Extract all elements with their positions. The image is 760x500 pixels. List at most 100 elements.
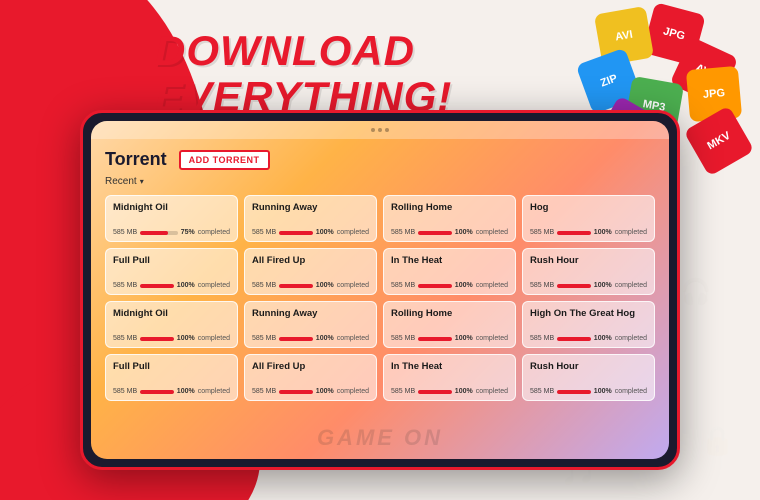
card-percent: 100% — [316, 335, 334, 342]
progress-fill — [279, 284, 313, 288]
torrent-card[interactable]: Running Away585 MB100%completed — [244, 301, 377, 348]
progress-bar — [140, 231, 178, 235]
card-title: Rolling Home — [391, 202, 508, 224]
card-size: 585 MB — [530, 282, 554, 289]
card-title: Midnight Oil — [113, 308, 230, 330]
torrent-card[interactable]: All Fired Up585 MB100%completed — [244, 354, 377, 401]
torrent-card[interactable]: Hog585 MB100%completed — [522, 195, 655, 242]
card-title: In The Heat — [391, 255, 508, 277]
progress-bar — [279, 337, 313, 341]
card-status: completed — [337, 229, 369, 236]
card-status: completed — [337, 335, 369, 342]
headline-line1: DOWNLOAD — [155, 28, 452, 74]
card-percent: 75% — [181, 229, 195, 236]
progress-bar — [279, 390, 313, 394]
card-meta: 585 MB 100%completed — [252, 229, 369, 236]
card-meta: 585 MB100%completed — [530, 229, 647, 236]
topbar-dot — [385, 128, 389, 132]
torrent-card[interactable]: Full Pull 585 MB100%completed — [105, 354, 238, 401]
svg-text:🔒: 🔒 — [700, 425, 735, 457]
torrent-card[interactable]: Rolling Home 585 MB100%completed — [383, 301, 516, 348]
card-meta: 585 MB 100%completed — [113, 335, 230, 342]
torrent-card[interactable]: Midnight Oil 585 MB 75%completed — [105, 195, 238, 242]
progress-bar — [279, 231, 313, 235]
card-size: 585 MB — [252, 388, 276, 395]
card-title: Midnight Oil — [113, 202, 230, 224]
card-percent: 100% — [594, 335, 612, 342]
progress-fill — [557, 284, 591, 288]
torrent-card[interactable]: High On The Great Hog585 MB100%completed — [522, 301, 655, 348]
card-size: 585 MB — [391, 282, 415, 289]
torrent-card[interactable]: Rush Hour585 MB100%completed — [522, 354, 655, 401]
card-title: High On The Great Hog — [530, 308, 647, 330]
tablet-screen: Torrent ADD TORRENT Recent ▾ Midnight Oi… — [91, 121, 669, 459]
card-size: 585 MB — [113, 335, 137, 342]
progress-bar — [140, 337, 174, 341]
card-title: All Fired Up — [252, 361, 369, 383]
progress-bar — [140, 284, 174, 288]
card-status: completed — [198, 335, 230, 342]
card-percent: 100% — [177, 335, 195, 342]
card-title: Rush Hour — [530, 361, 647, 383]
card-meta: 585 MB100%completed — [252, 282, 369, 289]
torrent-card[interactable]: Full Pull 585 MB 100%completed — [105, 248, 238, 295]
card-size: 585 MB — [113, 229, 137, 236]
card-status: completed — [476, 282, 508, 289]
screen-topbar — [91, 121, 669, 139]
card-meta: 585 MB 75%completed — [113, 229, 230, 236]
card-size: 585 MB — [252, 335, 276, 342]
card-size: 585 MB — [252, 282, 276, 289]
tablet: Torrent ADD TORRENT Recent ▾ Midnight Oi… — [80, 110, 680, 470]
card-status: completed — [615, 388, 647, 395]
card-title: Rush Hour — [530, 255, 647, 277]
app-content: Torrent ADD TORRENT Recent ▾ Midnight Oi… — [91, 139, 669, 459]
svg-text:🎧: 🎧 — [680, 277, 711, 306]
card-meta: 585 MB100%completed — [530, 282, 647, 289]
card-title: Rolling Home — [391, 308, 508, 330]
card-meta: 585 MB100%completed — [113, 388, 230, 395]
card-status: completed — [337, 282, 369, 289]
progress-fill — [418, 284, 452, 288]
topbar-dots — [371, 128, 389, 132]
progress-fill — [418, 231, 452, 235]
card-status: completed — [198, 229, 230, 236]
card-size: 585 MB — [113, 282, 137, 289]
card-meta: 585 MB100%completed — [252, 388, 369, 395]
torrent-grid: Midnight Oil585 MB75%completedRunning Aw… — [105, 195, 655, 401]
progress-bar — [557, 284, 591, 288]
card-status: completed — [476, 335, 508, 342]
card-status: completed — [476, 388, 508, 395]
torrent-card[interactable]: Rolling Home585 MB100%completed — [383, 195, 516, 242]
card-meta: 585 MB100%completed — [391, 388, 508, 395]
filter-label: Recent — [105, 176, 137, 187]
torrent-card[interactable]: In The Heat585 MB100%completed — [383, 354, 516, 401]
card-percent: 100% — [455, 282, 473, 289]
torrent-card[interactable]: In The Heat 585 MB 100%completed — [383, 248, 516, 295]
torrent-card[interactable]: Running Away 585 MB 100%completed — [244, 195, 377, 242]
progress-bar — [557, 337, 591, 341]
card-title: Running Away — [252, 202, 369, 224]
card-status: completed — [198, 282, 230, 289]
card-title: Full Pull — [113, 255, 230, 277]
torrent-card[interactable]: Rush Hour 585 MB100%completed — [522, 248, 655, 295]
card-status: completed — [615, 282, 647, 289]
progress-bar — [140, 390, 174, 394]
card-percent: 100% — [455, 388, 473, 395]
card-percent: 100% — [177, 282, 195, 289]
progress-fill — [279, 231, 313, 235]
torrent-card[interactable]: Midnight Oil 585 MB 100%completed — [105, 301, 238, 348]
progress-fill — [418, 337, 452, 341]
card-percent: 100% — [316, 388, 334, 395]
recent-filter[interactable]: Recent ▾ — [105, 176, 655, 187]
card-size: 585 MB — [113, 388, 137, 395]
card-percent: 100% — [316, 229, 334, 236]
card-meta: 585 MB 100%completed — [252, 335, 369, 342]
progress-fill — [279, 337, 313, 341]
card-title: Full Pull — [113, 361, 230, 383]
card-size: 585 MB — [252, 229, 276, 236]
card-status: completed — [198, 388, 230, 395]
progress-fill — [140, 390, 174, 394]
card-meta: 585 MB100%completed — [391, 335, 508, 342]
add-torrent-button[interactable]: ADD TORRENT — [179, 150, 270, 170]
torrent-card[interactable]: All Fired Up585 MB100%completed — [244, 248, 377, 295]
